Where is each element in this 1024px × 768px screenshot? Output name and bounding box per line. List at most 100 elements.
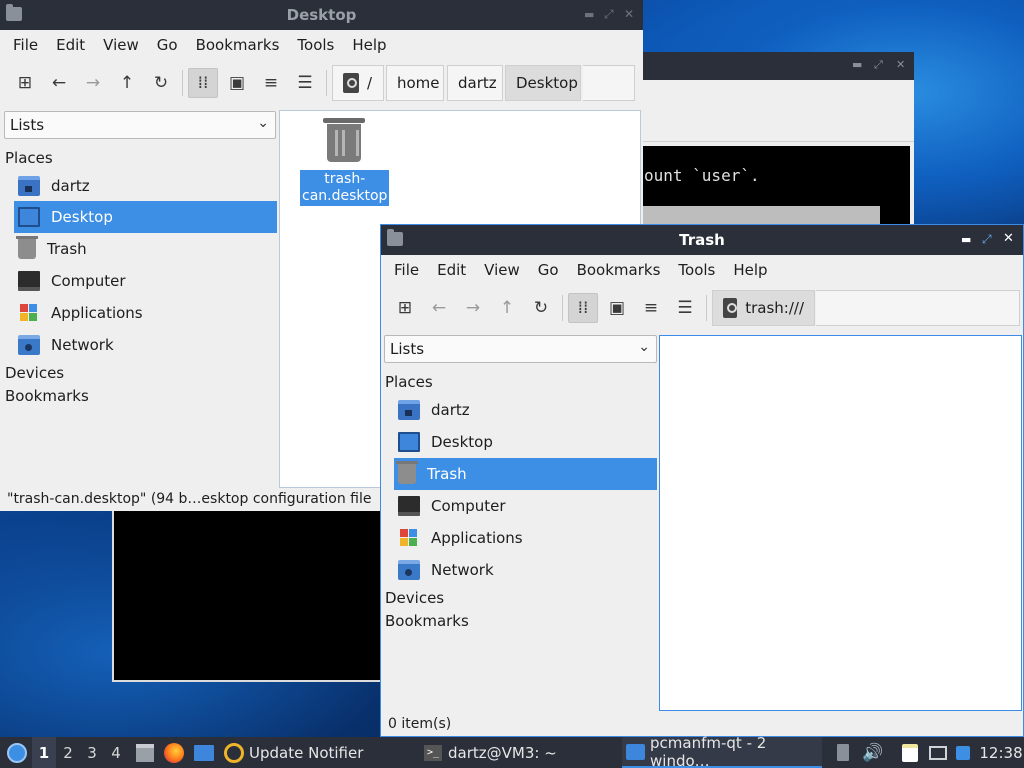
place-applications[interactable]: Applications	[394, 522, 657, 554]
section-devices[interactable]: Devices	[385, 589, 444, 607]
minimize-icon[interactable]: ▬	[584, 8, 594, 21]
file-item-trash-can-desktop[interactable]: trash-can.desktop	[300, 116, 390, 206]
menu-edit[interactable]: Edit	[428, 261, 475, 279]
section-devices[interactable]: Devices	[5, 364, 64, 382]
menu-tools[interactable]: Tools	[288, 36, 343, 54]
thumbnail-view-icon[interactable]: ▣	[222, 68, 252, 98]
window-titlebar[interactable]: Trash ▬ ⤢ ✕	[381, 225, 1023, 255]
terminal-titlebar[interactable]: ▬ ⤢ ✕	[640, 52, 914, 80]
section-bookmarks[interactable]: Bookmarks	[5, 387, 89, 405]
show-desktop-button[interactable]	[193, 737, 215, 768]
breadcrumb-root[interactable]: /	[332, 65, 384, 101]
menu-view[interactable]: View	[94, 36, 148, 54]
task-update-notifier[interactable]: Update Notifier	[224, 737, 414, 768]
section-places[interactable]: Places	[5, 149, 53, 167]
menu-bookmarks[interactable]: Bookmarks	[568, 261, 670, 279]
path-edit-icon[interactable]	[343, 73, 359, 93]
trash-icon	[16, 236, 38, 259]
detailed-view-icon[interactable]: ☰	[290, 68, 320, 98]
new-tab-icon[interactable]: ⊞	[390, 293, 420, 323]
place-label: Applications	[431, 529, 523, 547]
close-icon[interactable]: ✕	[624, 7, 634, 21]
start-menu-button[interactable]	[5, 737, 29, 768]
place-desktop[interactable]: Desktop	[14, 201, 277, 233]
task-pcmanfm[interactable]: pcmanfm-qt - 2 windo…	[622, 734, 822, 768]
tray-notes[interactable]	[899, 737, 921, 768]
up-icon[interactable]: ↑	[112, 68, 142, 98]
file-view-pane[interactable]	[659, 335, 1022, 711]
menu-edit[interactable]: Edit	[47, 36, 94, 54]
path-edit-icon[interactable]	[723, 298, 738, 318]
menu-help[interactable]: Help	[343, 36, 395, 54]
menu-bookmarks[interactable]: Bookmarks	[187, 36, 289, 54]
place-desktop[interactable]: Desktop	[394, 426, 657, 458]
breadcrumb-trash[interactable]: trash:///	[712, 290, 815, 326]
back-icon[interactable]: ←	[44, 68, 74, 98]
maximize-icon[interactable]: ⤢	[874, 58, 883, 72]
terminal-screen[interactable]: ount `user`.	[640, 146, 910, 230]
icon-view-icon[interactable]: ⁞⁞	[568, 293, 598, 323]
forward-icon[interactable]: →	[458, 293, 488, 323]
file-manager-launcher[interactable]	[134, 737, 156, 768]
reload-icon[interactable]: ↻	[526, 293, 556, 323]
place-dartz[interactable]: dartz	[394, 394, 657, 426]
menu-go[interactable]: Go	[529, 261, 568, 279]
firefox-launcher[interactable]	[163, 737, 185, 768]
window-titlebar[interactable]: Desktop ▬ ⤢ ✕	[0, 0, 643, 30]
updates-icon	[956, 745, 970, 760]
place-label: Computer	[51, 272, 126, 290]
side-pane-mode-label: Lists	[10, 116, 45, 134]
breadcrumb-home[interactable]: home	[386, 65, 444, 101]
compact-view-icon[interactable]: ≡	[636, 293, 666, 323]
thumbnail-view-icon[interactable]: ▣	[602, 293, 632, 323]
tray-updates[interactable]	[954, 737, 972, 768]
up-icon[interactable]: ↑	[492, 293, 522, 323]
back-icon[interactable]: ←	[424, 293, 454, 323]
close-icon[interactable]: ✕	[1003, 231, 1014, 246]
place-computer[interactable]: Computer	[14, 265, 277, 297]
desktop-switch-4[interactable]: 4	[104, 737, 128, 768]
close-icon[interactable]: ✕	[896, 58, 905, 71]
place-dartz[interactable]: dartz	[14, 170, 277, 202]
compact-view-icon[interactable]: ≡	[256, 68, 286, 98]
forward-icon[interactable]: →	[78, 68, 108, 98]
place-trash[interactable]: Trash	[14, 233, 277, 265]
side-pane-mode-select[interactable]: Lists ⌄	[384, 335, 657, 363]
section-places[interactable]: Places	[385, 373, 433, 391]
place-applications[interactable]: Applications	[14, 297, 277, 329]
tray-clipboard[interactable]	[834, 737, 852, 768]
maximize-icon[interactable]: ⤢	[604, 7, 614, 22]
menu-go[interactable]: Go	[148, 36, 187, 54]
place-computer[interactable]: Computer	[394, 490, 657, 522]
menu-help[interactable]: Help	[724, 261, 776, 279]
menu-tools[interactable]: Tools	[669, 261, 724, 279]
side-pane-mode-select[interactable]: Lists ⌄	[4, 111, 276, 139]
task-terminal[interactable]: >_ dartz@VM3: ~	[424, 737, 614, 768]
place-network[interactable]: Network	[394, 554, 657, 586]
place-trash[interactable]: Trash	[394, 458, 657, 490]
breadcrumb-desktop[interactable]: Desktop	[505, 65, 581, 101]
new-tab-icon[interactable]: ⊞	[10, 68, 40, 98]
clock[interactable]: 12:38	[979, 737, 1022, 768]
breadcrumb-dartz[interactable]: dartz	[447, 65, 503, 101]
minimize-icon[interactable]: ▬	[961, 233, 971, 246]
menu-view[interactable]: View	[475, 261, 529, 279]
tray-network[interactable]	[927, 737, 949, 768]
background-terminal-screen[interactable]	[112, 508, 384, 682]
minimize-icon[interactable]: ▬	[852, 58, 862, 71]
reload-icon[interactable]: ↻	[146, 68, 176, 98]
trash-file-manager-window[interactable]: Trash ▬ ⤢ ✕ File Edit View Go Bookmarks …	[380, 224, 1024, 737]
place-network[interactable]: Network	[14, 329, 277, 361]
tray-volume[interactable]: 🔊	[862, 737, 884, 768]
menu-file[interactable]: File	[385, 261, 428, 279]
desktop-switch-2[interactable]: 2	[56, 737, 80, 768]
background-terminal-window[interactable]: ▬ ⤢ ✕ ount `user`.	[640, 52, 914, 230]
desktop-switch-3[interactable]: 3	[80, 737, 104, 768]
menu-file[interactable]: File	[4, 36, 47, 54]
maximize-icon[interactable]: ⤢	[982, 232, 992, 247]
detailed-view-icon[interactable]: ☰	[670, 293, 700, 323]
icon-view-icon[interactable]: ⁞⁞	[188, 68, 218, 98]
desktop-switch-1[interactable]: 1	[32, 737, 56, 768]
window-title: Desktop	[286, 6, 357, 24]
section-bookmarks[interactable]: Bookmarks	[385, 612, 469, 630]
